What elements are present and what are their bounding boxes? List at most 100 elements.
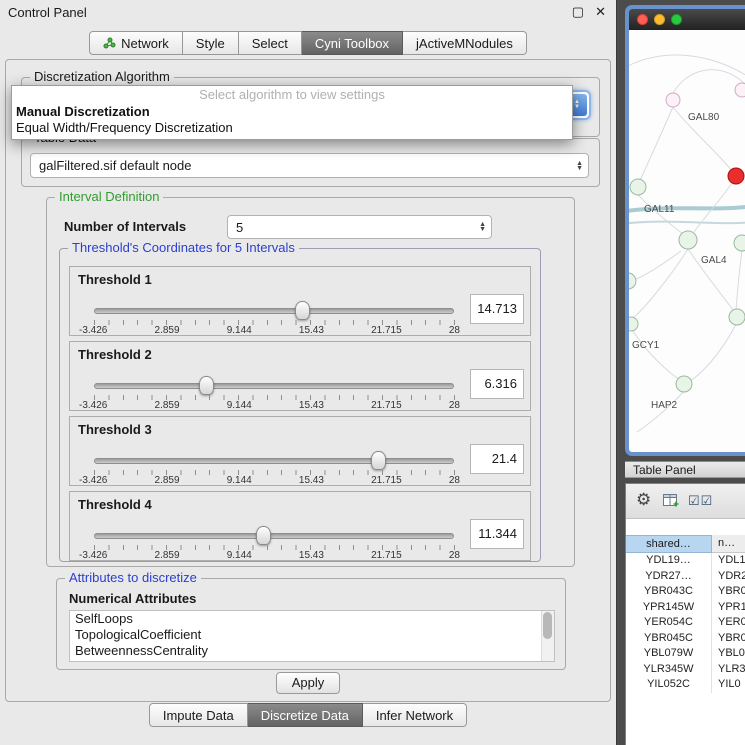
close-icon[interactable]: ✕ xyxy=(595,4,606,20)
interval-definition-group: Interval Definition Number of Intervals … xyxy=(46,197,575,567)
table-row[interactable]: YBR045CYBR0 xyxy=(626,631,745,647)
tab-discretize-data[interactable]: Discretize Data xyxy=(248,703,363,727)
tab-cyni-toolbox[interactable]: Cyni Toolbox xyxy=(302,31,403,55)
table-data-value: galFiltered.sif default node xyxy=(39,154,191,177)
cell-name[interactable]: YPR1 xyxy=(712,600,745,616)
table-row[interactable]: YBR043CYBR0 xyxy=(626,584,745,600)
slider-thumb[interactable] xyxy=(256,526,271,545)
control-panel-titlebar: Control Panel ▢ ✕ xyxy=(0,0,616,26)
table-row[interactable]: YER054CYER0 xyxy=(626,615,745,631)
cell-name[interactable]: YDL1 xyxy=(712,553,745,569)
cell-shared-name[interactable]: YBR045C xyxy=(626,631,712,647)
table-row[interactable]: YDL19…YDL1 xyxy=(626,553,745,569)
threshold-value-box[interactable]: 6.316 xyxy=(470,369,524,399)
float-window-icon[interactable]: ▢ xyxy=(572,4,584,20)
table-body: YDL19…YDL1YDR27…YDR2YBR043CYBR0YPR145WYP… xyxy=(626,553,745,693)
slider-track[interactable] xyxy=(94,383,454,389)
slider-thumb[interactable] xyxy=(295,301,310,320)
attribute-list-item[interactable]: SelfLoops xyxy=(70,611,554,627)
scale-label: -3.426 xyxy=(79,400,107,411)
table-row[interactable]: YBL079WYBL0 xyxy=(626,646,745,662)
network-node[interactable] xyxy=(734,235,745,251)
cell-name[interactable]: YIL0 xyxy=(712,677,745,693)
column-header-shared-name[interactable]: shared… xyxy=(626,535,712,553)
slider-track[interactable] xyxy=(94,308,454,314)
network-node[interactable] xyxy=(729,309,745,325)
algorithm-option[interactable]: Equal Width/Frequency Discretization xyxy=(12,120,572,136)
cell-name[interactable]: YDR2 xyxy=(712,569,745,585)
network-node-gcy1[interactable] xyxy=(629,317,638,331)
tab-network[interactable]: Network xyxy=(89,31,183,55)
cell-name[interactable]: YLR3 xyxy=(712,662,745,678)
cell-shared-name[interactable]: YIL052C xyxy=(626,677,712,693)
slider-thumb[interactable] xyxy=(199,376,214,395)
network-node[interactable] xyxy=(629,273,636,289)
stepper-arrows-icon[interactable]: ▲▼ xyxy=(576,161,583,171)
network-canvas[interactable]: GAL80GAL11GAL4GCY1HAP2 xyxy=(629,30,745,456)
threshold-label: Threshold 1 xyxy=(78,272,152,287)
network-node-gal4[interactable] xyxy=(679,231,697,249)
gear-icon[interactable]: ⚙ xyxy=(636,491,651,509)
table-row[interactable]: YDR27…YDR2 xyxy=(626,569,745,585)
network-node[interactable] xyxy=(735,83,745,97)
scale-label: 2.859 xyxy=(155,325,180,336)
cell-name[interactable]: YER0 xyxy=(712,615,745,631)
cell-name[interactable]: YBR0 xyxy=(712,631,745,647)
threshold-value-box[interactable]: 11.344 xyxy=(470,519,524,549)
mac-close-button[interactable] xyxy=(637,14,648,25)
scale-label: 9.144 xyxy=(227,325,252,336)
tab-select[interactable]: Select xyxy=(239,31,302,55)
stepper-arrows-icon[interactable]: ▲▼ xyxy=(479,222,486,232)
table-row[interactable]: YLR345WYLR3 xyxy=(626,662,745,678)
attributes-scrollbar[interactable] xyxy=(541,611,554,661)
cell-shared-name[interactable]: YDR27… xyxy=(626,569,712,585)
threshold-panel: Threshold 1 -3.4262.8599.14415.4321.7152… xyxy=(69,266,531,336)
mac-minimize-button[interactable] xyxy=(654,14,665,25)
network-edge xyxy=(629,222,745,224)
threshold-slider[interactable] xyxy=(94,301,454,319)
number-of-intervals-combobox[interactable]: 5 ▲▼ xyxy=(227,215,492,239)
tab-style[interactable]: Style xyxy=(183,31,239,55)
network-view-window[interactable]: GAL80GAL11GAL4GCY1HAP2 xyxy=(625,5,745,456)
select-columns-icons[interactable]: ☑☑ xyxy=(688,493,713,509)
table-row[interactable]: YPR145WYPR1 xyxy=(626,600,745,616)
cell-shared-name[interactable]: YPR145W xyxy=(626,600,712,616)
threshold-slider[interactable] xyxy=(94,376,454,394)
algorithm-option[interactable]: Manual Discretization xyxy=(12,104,572,120)
cell-shared-name[interactable]: YLR345W xyxy=(626,662,712,678)
threshold-value-box[interactable]: 21.4 xyxy=(470,444,524,474)
tab-impute-data[interactable]: Impute Data xyxy=(149,703,248,727)
threshold-slider[interactable] xyxy=(94,451,454,469)
network-node-gal80[interactable] xyxy=(666,93,680,107)
cell-name[interactable]: YBL0 xyxy=(712,646,745,662)
network-node-gal11[interactable] xyxy=(630,179,646,195)
network-node-hap2[interactable] xyxy=(676,376,692,392)
apply-button[interactable]: Apply xyxy=(276,672,340,694)
cell-shared-name[interactable]: YER054C xyxy=(626,615,712,631)
attribute-list-item[interactable]: TopologicalCoefficient xyxy=(70,627,554,643)
cell-shared-name[interactable]: YBR043C xyxy=(626,584,712,600)
cell-name[interactable]: YBR0 xyxy=(712,584,745,600)
slider-thumb[interactable] xyxy=(371,451,386,470)
threshold-value-box[interactable]: 14.713 xyxy=(470,294,524,324)
columns-icon[interactable] xyxy=(663,494,679,513)
scrollbar-thumb[interactable] xyxy=(543,612,552,639)
attributes-list[interactable]: SelfLoopsTopologicalCoefficientBetweenne… xyxy=(69,610,555,662)
tab-label: Style xyxy=(196,33,225,54)
scale-label: 9.144 xyxy=(227,550,252,561)
mac-zoom-button[interactable] xyxy=(671,14,682,25)
cell-shared-name[interactable]: YBL079W xyxy=(626,646,712,662)
table-row[interactable]: YIL052CYIL0 xyxy=(626,677,745,693)
cell-shared-name[interactable]: YDL19… xyxy=(626,553,712,569)
attribute-list-item[interactable]: BetweennessCentrality xyxy=(70,643,554,659)
number-of-intervals-value: 5 xyxy=(236,216,243,238)
tab-infer-network[interactable]: Infer Network xyxy=(363,703,467,727)
threshold-slider[interactable] xyxy=(94,526,454,544)
slider-track[interactable] xyxy=(94,533,454,539)
column-header-name[interactable]: n… xyxy=(712,535,745,553)
tab-jactivemnodules[interactable]: jActiveMNodules xyxy=(403,31,527,55)
slider-track[interactable] xyxy=(94,458,454,464)
network-node[interactable] xyxy=(728,168,744,184)
scale-label: 2.859 xyxy=(155,400,180,411)
table-data-combobox[interactable]: galFiltered.sif default node ▲▼ xyxy=(30,153,589,178)
